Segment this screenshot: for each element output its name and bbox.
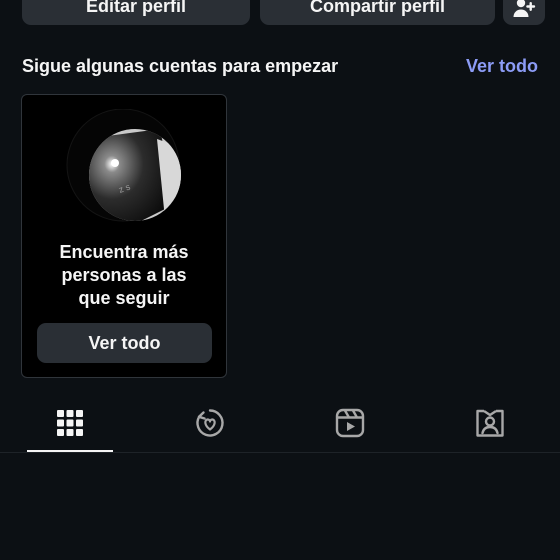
discover-people-card: z s Encuentra más personas a las que seg… xyxy=(21,94,227,378)
tab-grid[interactable] xyxy=(27,394,113,452)
discover-people-image: z s xyxy=(66,109,181,222)
tab-reels[interactable] xyxy=(307,394,393,452)
profile-screen: Editar perfil Compartir perfil Sigue alg… xyxy=(0,0,560,560)
edit-profile-label: Editar perfil xyxy=(85,0,187,16)
card-see-all-button[interactable]: Ver todo xyxy=(37,323,212,363)
tab-tagged[interactable] xyxy=(447,394,533,452)
profile-tabs xyxy=(0,394,560,454)
suggestions-header: Sigue algunas cuentas para empezar Ver t… xyxy=(22,53,538,79)
tab-reposts[interactable] xyxy=(167,394,253,452)
person-add-icon xyxy=(513,0,536,17)
share-profile-label: Compartir perfil xyxy=(309,0,446,16)
card-see-all-label: Ver todo xyxy=(88,332,161,353)
tabs-divider xyxy=(0,452,560,453)
grid-icon xyxy=(57,410,83,436)
share-profile-button[interactable]: Compartir perfil xyxy=(260,0,495,25)
edit-profile-button[interactable]: Editar perfil xyxy=(22,0,250,25)
reels-icon xyxy=(335,408,365,438)
suggestions-title: Sigue algunas cuentas para empezar xyxy=(22,55,339,76)
see-all-link[interactable]: Ver todo xyxy=(466,56,538,77)
card-description: Encuentra más personas a las que seguir xyxy=(59,242,189,308)
tagged-person-icon xyxy=(476,409,504,437)
repost-heart-icon xyxy=(196,409,224,437)
discover-people-button[interactable] xyxy=(503,0,545,25)
